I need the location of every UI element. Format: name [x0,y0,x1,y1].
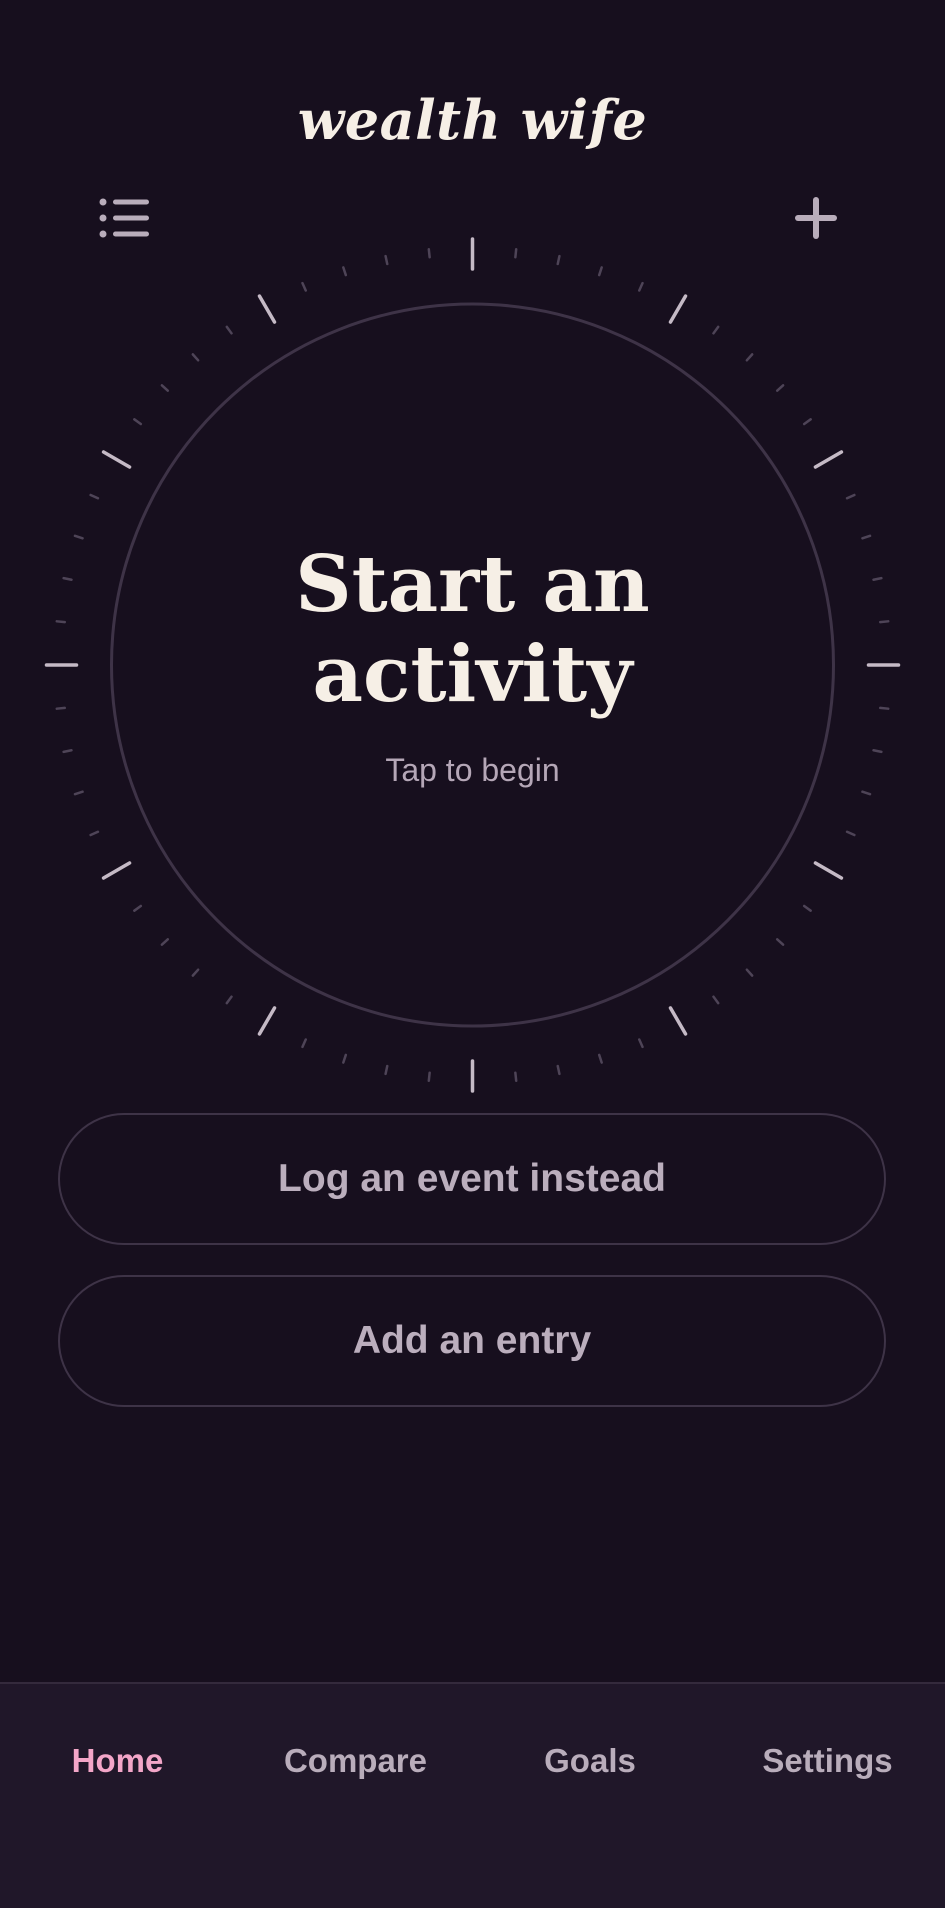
dial-minor-tick [597,1053,603,1064]
dial-minor-tick [556,1064,561,1076]
dial-minor-tick [342,1053,348,1064]
dial-minor-tick [802,418,812,426]
dial-minor-tick [712,995,720,1005]
dial-minor-tick [73,790,84,796]
dial-minor-tick [55,620,66,624]
tab-settings[interactable]: Settings [740,1736,915,1786]
dial-minor-tick [133,904,143,912]
dial-minor-tick [861,534,872,540]
dial-minor-tick [55,706,66,710]
dial-major-tick [813,861,844,880]
dial-major-tick [668,294,688,324]
dial-minor-tick [845,830,856,837]
dial-minor-tick [872,576,883,582]
dial-minor-tick [745,353,754,362]
dial-minor-tick [638,281,644,292]
dial-minor-tick [597,266,603,277]
dial-minor-tick [427,1071,431,1082]
dial-minor-tick [556,254,561,266]
dial-minor-tick [861,790,872,796]
dial-minor-tick [745,968,754,977]
dial-major-tick [257,294,277,324]
dial-major-tick [101,861,132,880]
dial-minor-tick [384,1064,389,1076]
dial-minor-tick [712,325,720,335]
dial-minor-tick [879,706,890,710]
tab-home[interactable]: Home [40,1736,195,1786]
dial-minor-tick [301,281,307,292]
dial-major-tick [257,1006,277,1036]
dial-minor-tick [427,248,431,259]
start-activity-button[interactable] [112,306,834,1028]
dial-major-tick [668,1006,688,1036]
dial-minor-tick [191,968,200,977]
dial-minor-tick [89,493,100,500]
dial-minor-tick [845,493,856,500]
dial-minor-tick [879,620,890,624]
dial-minor-tick [638,1038,644,1049]
dial-minor-tick [133,418,143,426]
dial-minor-tick [160,938,170,946]
dial-minor-tick [802,904,812,912]
dial-minor-tick [160,384,170,392]
dial-minor-tick [775,384,785,392]
log-event-button[interactable]: Log an event instead [58,1113,886,1245]
tab-goals[interactable]: Goals [525,1736,655,1786]
tab-bar: Home Compare Goals Settings [0,1682,945,1908]
dial-minor-tick [73,534,84,540]
dial-minor-tick [775,938,785,946]
dial-major-tick [101,450,132,469]
dial-minor-tick [514,1071,518,1082]
add-entry-button[interactable]: Add an entry [58,1275,886,1407]
dial-minor-tick [514,248,518,259]
dial-minor-tick [62,576,73,582]
dial-minor-tick [384,254,389,266]
dial-minor-tick [872,748,883,754]
dial-minor-tick [89,830,100,837]
dial-minor-tick [225,995,233,1005]
dial-minor-tick [342,266,348,277]
dial-minor-tick [191,353,200,362]
dial-minor-tick [301,1038,307,1049]
dial-minor-tick [62,748,73,754]
tab-compare[interactable]: Compare [258,1736,453,1786]
dial-minor-tick [225,325,233,335]
dial-major-tick [813,450,844,469]
